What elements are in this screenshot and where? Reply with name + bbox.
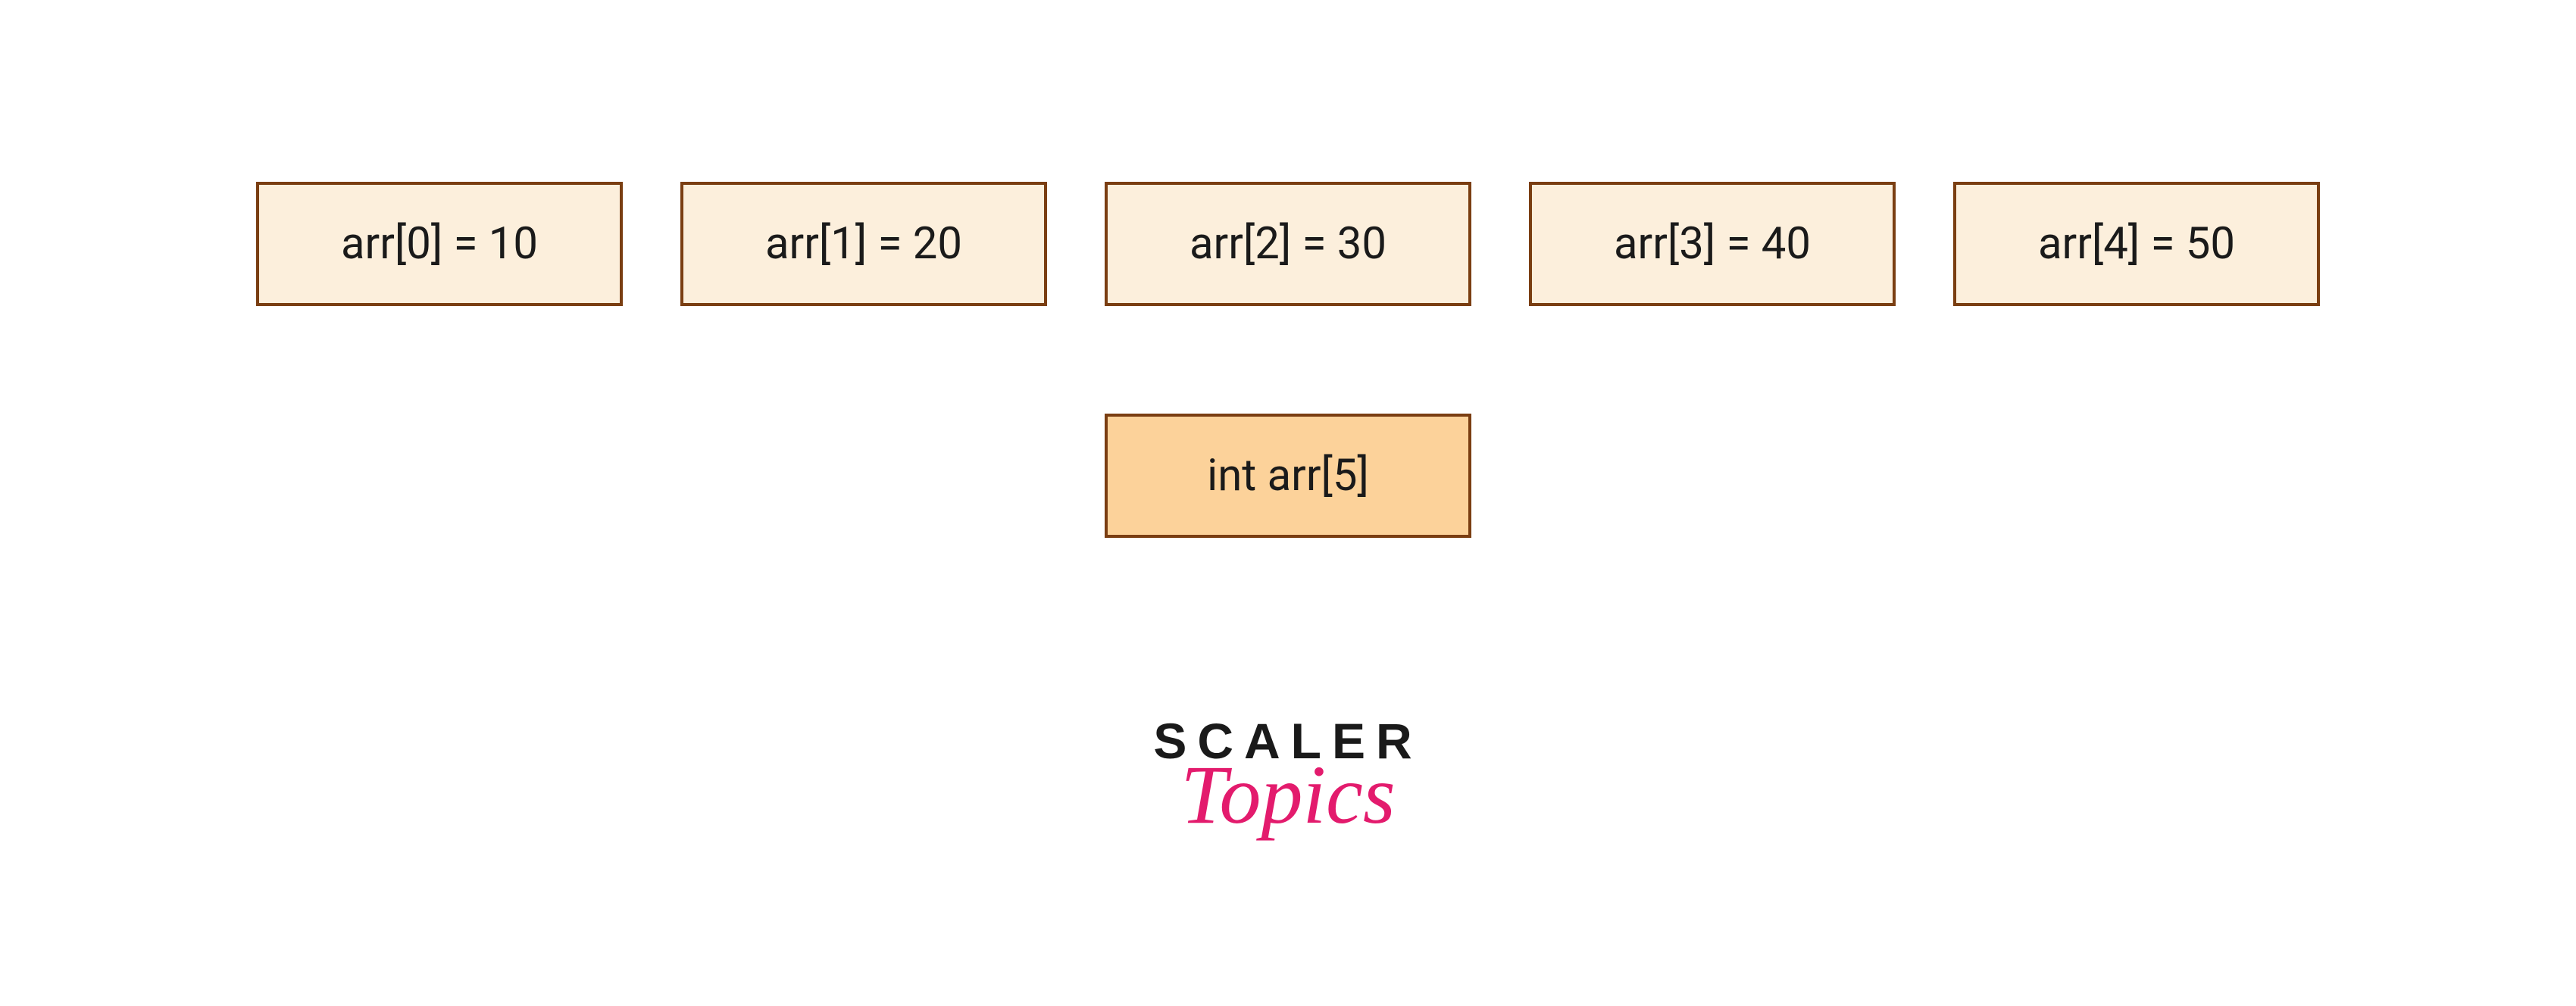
array-cell-0: arr[0] = 10: [256, 182, 623, 306]
array-cell-1: arr[1] = 20: [680, 182, 1047, 306]
array-cell-label: arr[0] = 10: [341, 218, 538, 270]
scaler-topics-logo: SCALER Topics: [1114, 716, 1462, 831]
array-cell-label: arr[3] = 40: [1614, 218, 1811, 270]
array-cell-4: arr[4] = 50: [1953, 182, 2320, 306]
array-cell-3: arr[3] = 40: [1529, 182, 1896, 306]
array-declaration-label: int arr[5]: [1207, 450, 1369, 501]
logo-text-topics: Topics: [1114, 760, 1462, 831]
array-elements-row: arr[0] = 10 arr[1] = 20 arr[2] = 30 arr[…: [256, 182, 2320, 306]
array-declaration-box: int arr[5]: [1105, 414, 1471, 538]
array-cell-label: arr[4] = 50: [2038, 218, 2235, 270]
array-cell-2: arr[2] = 30: [1105, 182, 1471, 306]
array-cell-label: arr[2] = 30: [1190, 218, 1386, 270]
array-cell-label: arr[1] = 20: [765, 218, 962, 270]
